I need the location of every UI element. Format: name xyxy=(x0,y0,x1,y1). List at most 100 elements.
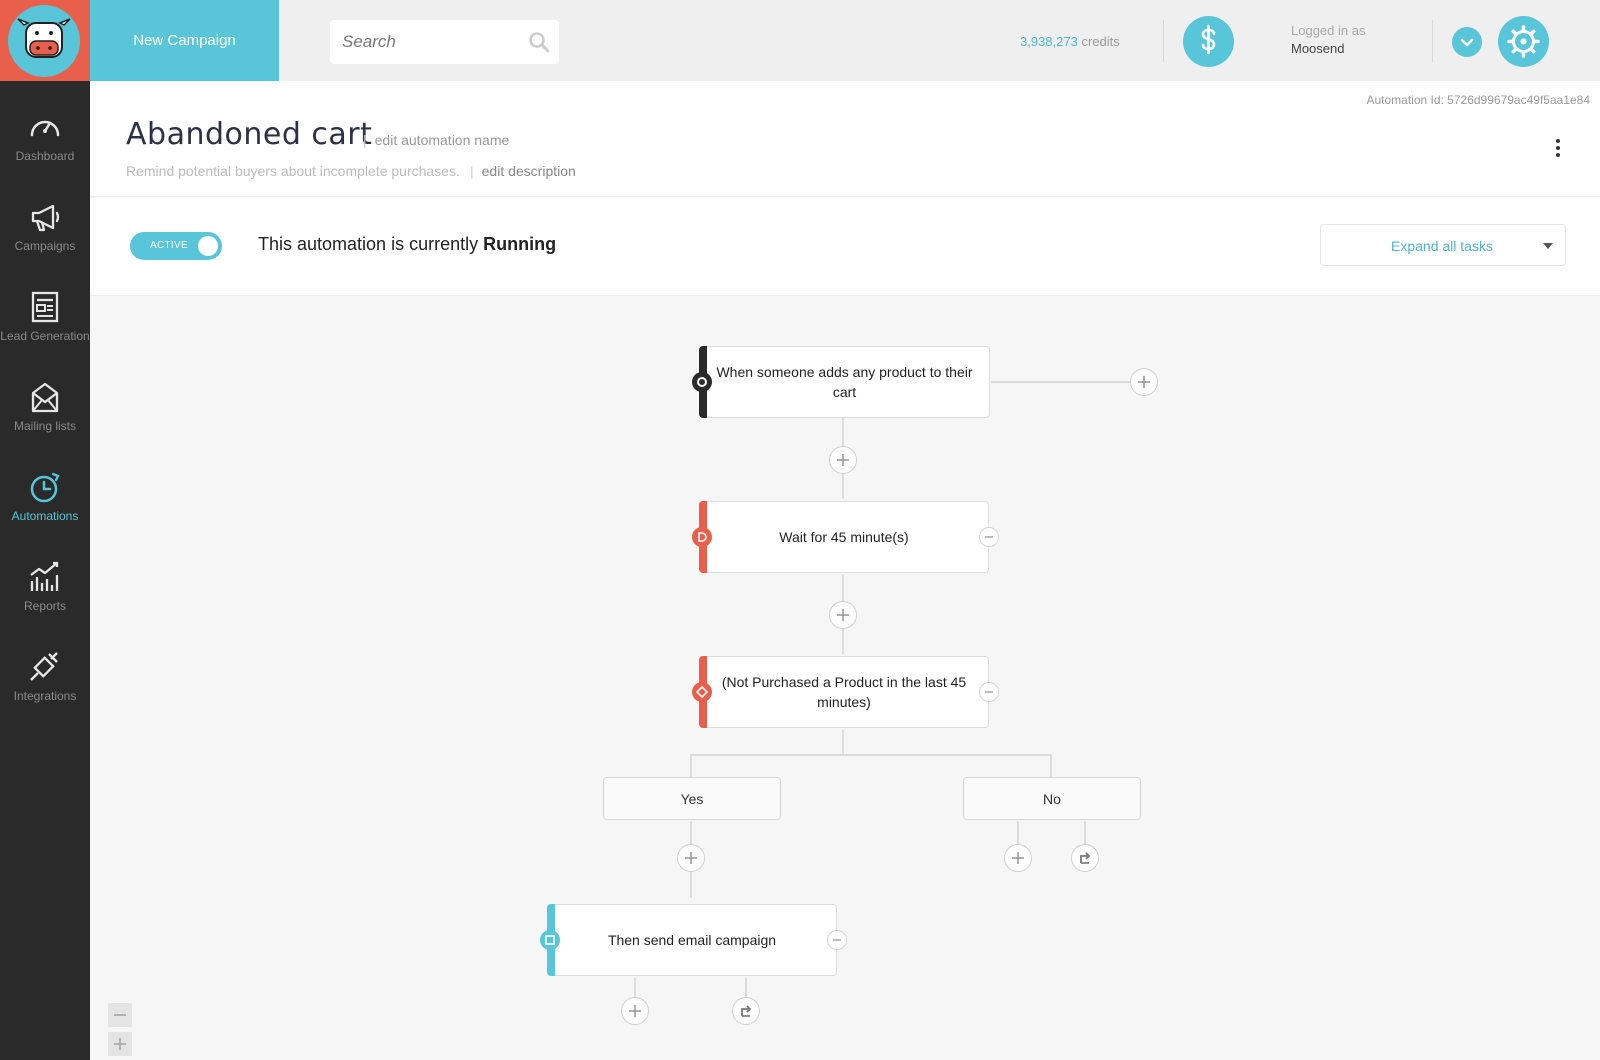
clock-icon xyxy=(30,472,60,503)
logged-in-label: Logged in as xyxy=(1291,23,1366,38)
branch-no-label: No xyxy=(1043,790,1061,807)
search-input[interactable] xyxy=(330,20,520,64)
credits-display: 3,938,273 credits xyxy=(1020,34,1120,49)
chart-icon xyxy=(30,561,59,591)
sidebar-item-label: Mailing lists xyxy=(13,419,76,433)
new-campaign-button[interactable]: New Campaign xyxy=(90,0,279,81)
redirect-arrow-icon xyxy=(741,1005,752,1017)
dollar-icon xyxy=(1201,24,1216,55)
search-box xyxy=(330,20,559,64)
plus-icon xyxy=(685,852,697,864)
zoom-out-button[interactable] xyxy=(108,1003,132,1027)
user-name: Moosend xyxy=(1291,41,1345,56)
sidebar: Dashboard Campaigns Lead Generation Mail… xyxy=(0,81,90,1060)
automation-header: Automation Id: 5726d99679ac49f5aa1e84 Ab… xyxy=(90,81,1600,197)
sidebar-item-label: Lead Generation xyxy=(0,329,90,343)
redirect-arrow-icon xyxy=(1080,852,1091,864)
condition-diamond-icon xyxy=(692,682,712,702)
sidebar-item-label: Integrations xyxy=(13,689,77,703)
gauge-icon xyxy=(30,120,60,137)
wait-node[interactable]: Wait for 45 minute(s) xyxy=(692,501,989,573)
add-step-no-button[interactable] xyxy=(1004,844,1032,872)
expand-all-tasks-dropdown[interactable]: Expand all tasks xyxy=(1320,224,1566,266)
divider xyxy=(1432,20,1433,62)
add-trigger-button[interactable] xyxy=(1130,368,1158,396)
email-campaign-icon xyxy=(540,930,560,950)
condition-text: (Not Purchased a Product in the last 45 … xyxy=(721,674,967,710)
top-bar: New Campaign 3,938,273 credits Logged in… xyxy=(0,0,1600,81)
plug-icon xyxy=(30,652,58,681)
trigger-text: When someone adds any product to their c… xyxy=(716,364,973,400)
sidebar-item-dashboard[interactable]: Dashboard xyxy=(0,111,90,201)
settings-button[interactable] xyxy=(1498,16,1549,67)
sidebar-item-label: Campaigns xyxy=(14,239,76,253)
sidebar-item-reports[interactable]: Reports xyxy=(0,561,90,651)
plus-icon xyxy=(1012,852,1024,864)
sidebar-item-label: Dashboard xyxy=(15,149,75,163)
sidebar-item-automations[interactable]: Automations xyxy=(0,471,90,561)
edit-description-link[interactable]: edit description xyxy=(482,163,576,179)
action-node[interactable]: Then send email campaign xyxy=(540,904,837,976)
status-state: Running xyxy=(483,234,557,254)
buy-credits-button[interactable] xyxy=(1183,16,1234,67)
search-icon[interactable] xyxy=(528,31,550,58)
sidebar-item-campaigns[interactable]: Campaigns xyxy=(0,201,90,291)
goto-step-button[interactable] xyxy=(732,997,760,1025)
plus-icon xyxy=(114,1038,126,1050)
expand-all-tasks-label: Expand all tasks xyxy=(1391,238,1493,254)
add-step-button[interactable] xyxy=(621,997,649,1025)
goto-step-no-button[interactable] xyxy=(1071,844,1099,872)
plus-icon xyxy=(1138,376,1150,388)
divider xyxy=(1163,20,1164,62)
add-step-yes-button[interactable] xyxy=(677,844,705,872)
remove-action-button[interactable] xyxy=(827,930,847,950)
cow-logo-icon xyxy=(8,5,80,77)
active-toggle[interactable]: ACTIVE xyxy=(130,232,222,260)
plus-icon xyxy=(629,1005,641,1017)
toggle-label: ACTIVE xyxy=(150,240,188,251)
automation-description: Remind potential buyers about incomplete… xyxy=(126,163,460,179)
delay-icon xyxy=(692,527,712,547)
brand-logo[interactable] xyxy=(0,0,90,81)
condition-node[interactable]: (Not Purchased a Product in the last 45 … xyxy=(692,656,989,728)
status-bar: ACTIVE This automation is currently Runn… xyxy=(90,198,1600,296)
form-icon xyxy=(31,291,59,323)
branch-yes-label: Yes xyxy=(680,790,704,807)
branch-no[interactable]: No xyxy=(963,777,1141,820)
branch-yes[interactable]: Yes xyxy=(603,777,781,820)
sidebar-item-lead-generation[interactable]: Lead Generation xyxy=(0,291,90,381)
sidebar-item-label: Reports xyxy=(23,599,67,613)
toggle-knob xyxy=(198,236,218,256)
chevron-down-icon xyxy=(1460,38,1474,47)
credits-unit: credits xyxy=(1081,34,1120,49)
sidebar-item-label: Automations xyxy=(11,509,79,523)
zoom-in-button[interactable] xyxy=(108,1032,132,1056)
edit-automation-name-link[interactable]: edit automation name xyxy=(375,132,510,148)
gear-icon xyxy=(1507,25,1540,58)
workflow-canvas: When someone adds any product to their c… xyxy=(90,297,1600,1060)
envelope-icon xyxy=(31,382,59,413)
account-info: Logged in as Moosend xyxy=(1291,22,1365,58)
trigger-icon xyxy=(692,372,712,392)
action-text: Then send email campaign xyxy=(607,932,777,948)
megaphone-icon xyxy=(31,204,60,232)
credits-value: 3,938,273 xyxy=(1020,34,1078,49)
remove-wait-button[interactable] xyxy=(979,527,999,547)
caret-down-icon xyxy=(1543,243,1553,249)
status-text: This automation is currently Running xyxy=(258,234,556,255)
minus-icon xyxy=(114,1014,126,1016)
add-step-button[interactable] xyxy=(829,446,857,474)
status-prefix: This automation is currently xyxy=(258,234,479,254)
page-title: Abandoned cart xyxy=(126,117,373,152)
remove-condition-button[interactable] xyxy=(979,682,999,702)
add-step-button[interactable] xyxy=(829,601,857,629)
trigger-node[interactable]: When someone adds any product to their c… xyxy=(692,346,990,418)
sidebar-item-mailing-lists[interactable]: Mailing lists xyxy=(0,381,90,471)
edit-name-area: | edit automation name xyxy=(363,132,510,148)
sidebar-item-integrations[interactable]: Integrations xyxy=(0,651,90,741)
wait-text: Wait for 45 minute(s) xyxy=(779,529,909,545)
plus-icon xyxy=(837,609,849,621)
more-options-icon[interactable] xyxy=(1553,139,1563,161)
plus-icon xyxy=(837,454,849,466)
account-dropdown-button[interactable] xyxy=(1452,27,1482,57)
